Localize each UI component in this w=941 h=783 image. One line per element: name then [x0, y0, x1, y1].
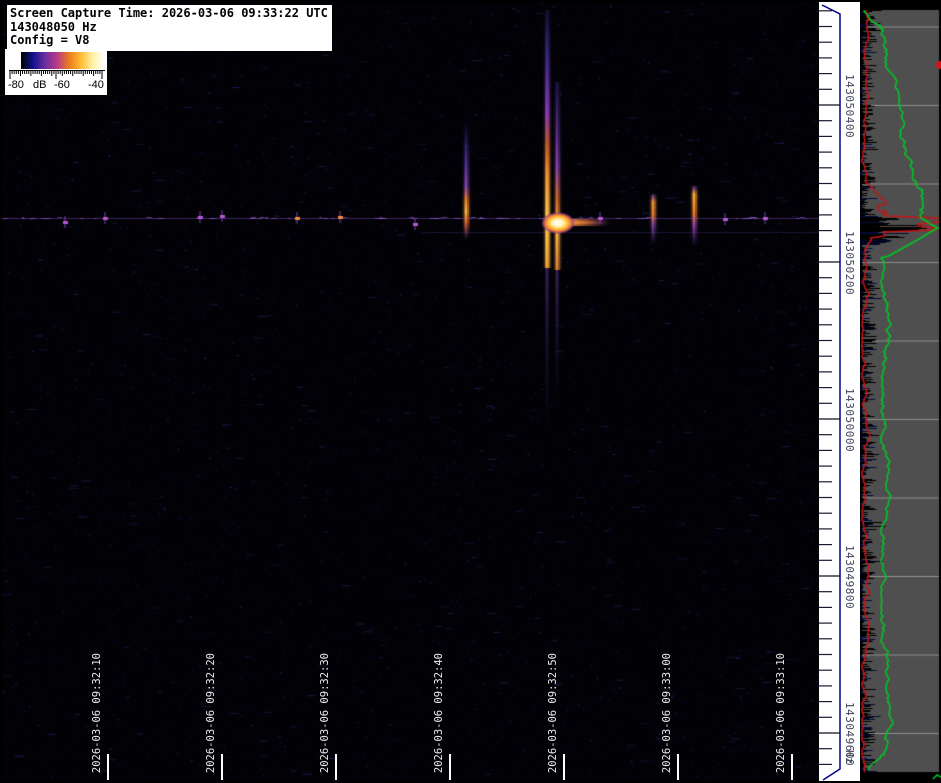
- frequency-tick-label: 143050200: [843, 231, 856, 296]
- frequency-tick-label: 143050000: [843, 388, 856, 453]
- frequency-tick-label: 143049600: [843, 702, 856, 767]
- frequency-tick-label: 143049800: [843, 545, 856, 610]
- config-text: Config = V8: [10, 33, 90, 47]
- colorbar-gradient: [21, 52, 104, 69]
- colorbar: -80 dB -60 -40: [5, 49, 107, 95]
- colorbar-db-label: -80: [8, 79, 24, 91]
- spectrogram-canvas: [2, 2, 819, 781]
- screen-capture: 2026-03-06 09:32:10 2026-03-06 09:32:20 20…: [0, 0, 941, 783]
- colorbar-db-label: -40: [88, 79, 104, 91]
- frequency-tick-label: 143050400: [843, 74, 856, 139]
- colorbar-db-label: -60: [54, 79, 70, 91]
- colorbar-db-label: dB: [33, 79, 47, 91]
- spectrum-panel-canvas: [860, 0, 941, 783]
- capture-time-text: Screen Capture Time: 2026-03-06 09:33:22…: [10, 6, 328, 20]
- frequency-text: 143048050 Hz: [10, 19, 97, 34]
- frequency-axis: Hz 143050400 143050200 143050000 143049800 1…: [819, 2, 860, 781]
- info-box: Screen Capture Time: 2026-03-06 09:33:22…: [7, 5, 332, 51]
